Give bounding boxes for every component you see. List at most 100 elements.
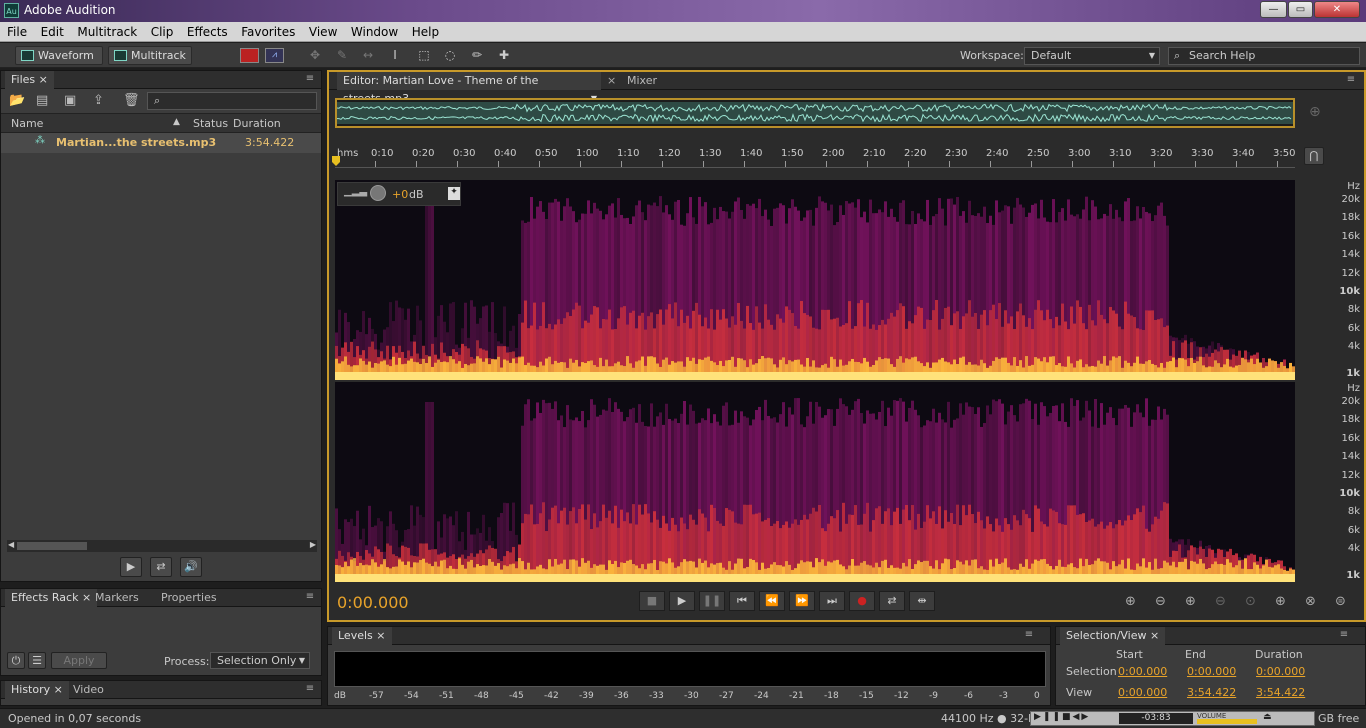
slip-tool-icon[interactable]: ↔: [358, 47, 378, 64]
tab-selection-view[interactable]: Selection/View ×: [1060, 627, 1166, 645]
pause-button[interactable]: ❚❚: [699, 591, 725, 611]
volume-slider[interactable]: [1197, 719, 1257, 724]
skip-selection-button[interactable]: ⇹: [909, 591, 935, 611]
tab-markers[interactable]: Markers: [89, 589, 145, 607]
trash-icon[interactable]: 🗑: [123, 93, 140, 108]
auto-play-button[interactable]: 🔊: [180, 557, 202, 577]
next-button[interactable]: ⏭: [819, 591, 845, 611]
tab-effects-rack[interactable]: Effects Rack ×: [5, 589, 98, 607]
loop-button[interactable]: ⇄: [879, 591, 905, 611]
panel-menu-icon[interactable]: ≡: [1337, 629, 1351, 641]
multitrack-view-button[interactable]: Multitrack: [108, 46, 192, 65]
waveform-view-button[interactable]: Waveform: [15, 46, 103, 65]
table-row[interactable]: ⁂ Martian...the streets.mp3 3:54.422: [1, 133, 321, 153]
tab-editor[interactable]: Editor: Martian Love - Theme of the stre…: [337, 72, 601, 105]
stop-button[interactable]: ■: [639, 591, 665, 611]
tab-properties[interactable]: Properties: [155, 589, 223, 607]
tab-mixer[interactable]: Mixer: [621, 72, 663, 90]
gain-hud[interactable]: ▁▂▃ +0 dB ✦: [337, 182, 461, 206]
column-status[interactable]: Status: [193, 117, 228, 130]
spectral-display-icon[interactable]: [240, 48, 259, 63]
pin-icon[interactable]: ✦: [448, 187, 460, 200]
view-duration-field[interactable]: 3:54.422: [1256, 686, 1305, 699]
open-folder-icon[interactable]: 📂: [9, 93, 25, 108]
scroll-right-icon[interactable]: ▶: [310, 540, 316, 549]
scroll-left-icon[interactable]: ◀: [8, 540, 14, 549]
time-ruler[interactable]: hms 0:10 0:20 0:30 0:40 0:50 1:00 1:10 1:20 1:30…: [332, 146, 1295, 168]
record-button[interactable]: ●: [849, 591, 875, 611]
menu-multitrack[interactable]: Multitrack: [72, 22, 142, 42]
zoom-selection-icon[interactable]: ⊗: [1305, 594, 1316, 609]
media-mini-player[interactable]: ▶❚❚■◀▶ -03:83 VOLUME ⏏: [1030, 711, 1315, 726]
move-tool-icon[interactable]: ✥: [305, 47, 325, 64]
files-search-input[interactable]: ⌕: [147, 92, 317, 110]
selection-duration-field[interactable]: 0:00.000: [1256, 665, 1305, 678]
tab-history[interactable]: History ×: [5, 681, 69, 699]
panel-menu-icon[interactable]: ≡: [303, 683, 317, 695]
eject-icon[interactable]: ⏏: [1263, 712, 1272, 722]
healing-tool-icon[interactable]: ✚: [494, 47, 514, 64]
mini-transport-icon[interactable]: ▶❚❚■◀▶: [1034, 712, 1090, 722]
zoom-in-point-icon[interactable]: ⊕: [1275, 594, 1286, 609]
workspace-select[interactable]: Default ▼: [1024, 47, 1160, 65]
panel-menu-icon[interactable]: ≡: [1344, 74, 1358, 86]
insert-icon[interactable]: ⇪: [93, 93, 104, 108]
column-duration[interactable]: Duration: [233, 117, 281, 130]
view-end-field[interactable]: 3:54.422: [1187, 686, 1236, 699]
menu-view[interactable]: View: [304, 22, 342, 42]
files-scrollbar[interactable]: ◀ ▶: [7, 540, 317, 552]
close-icon[interactable]: ×: [54, 683, 63, 696]
apply-button[interactable]: Apply: [51, 652, 107, 669]
playhead-marker[interactable]: [332, 156, 340, 166]
close-icon[interactable]: ×: [39, 73, 48, 86]
play-preview-button[interactable]: ▶: [120, 557, 142, 577]
marquee-tool-icon[interactable]: ⬚: [414, 47, 434, 64]
list-icon[interactable]: ☰: [28, 652, 46, 669]
snap-magnet-icon[interactable]: ⋂: [1304, 147, 1324, 165]
menu-effects[interactable]: Effects: [182, 22, 233, 42]
zoom-to-selection-icon[interactable]: ⊕: [1309, 104, 1321, 120]
menu-file[interactable]: File: [2, 22, 32, 42]
zoom-full-icon[interactable]: ⊜: [1335, 594, 1346, 609]
search-help-input[interactable]: ⌕ Search Help: [1168, 47, 1360, 65]
close-icon[interactable]: ×: [607, 74, 616, 87]
zoom-in-amplitude-icon[interactable]: ⊕: [1125, 594, 1136, 609]
selection-start-field[interactable]: 0:00.000: [1118, 665, 1167, 678]
brush-tool-icon[interactable]: ✏: [467, 47, 487, 64]
fast-forward-button[interactable]: ⏩: [789, 591, 815, 611]
zoom-out-time-icon[interactable]: ⊖: [1215, 594, 1226, 609]
panel-menu-icon[interactable]: ≡: [303, 73, 317, 85]
tab-files[interactable]: Files ×: [5, 71, 54, 89]
loop-preview-button[interactable]: ⇄: [150, 557, 172, 577]
time-selection-tool-icon[interactable]: I: [385, 47, 405, 64]
spectral-channel-right[interactable]: [335, 382, 1295, 582]
zoom-out-amplitude-icon[interactable]: ⊖: [1155, 594, 1166, 609]
current-time-display[interactable]: 0:00.000: [337, 593, 409, 612]
close-icon[interactable]: ×: [376, 629, 385, 642]
maximize-button[interactable]: ▭: [1288, 1, 1313, 18]
play-button[interactable]: ▶: [669, 591, 695, 611]
import-icon[interactable]: ▤: [36, 93, 48, 108]
menu-help[interactable]: Help: [407, 22, 444, 42]
spectral-channel-left[interactable]: [335, 180, 1295, 380]
view-start-field[interactable]: 0:00.000: [1118, 686, 1167, 699]
close-icon[interactable]: ×: [1150, 629, 1159, 642]
process-select[interactable]: Selection Only ▼: [210, 652, 310, 669]
tab-video[interactable]: Video: [67, 681, 110, 699]
previous-button[interactable]: ⏮: [729, 591, 755, 611]
new-file-icon[interactable]: ▣: [64, 93, 76, 108]
tab-levels[interactable]: Levels ×: [332, 627, 392, 645]
menu-window[interactable]: Window: [346, 22, 403, 42]
menu-favorites[interactable]: Favorites: [236, 22, 300, 42]
gain-knob[interactable]: [370, 185, 386, 201]
razor-tool-icon[interactable]: ✎: [332, 47, 352, 64]
zoom-in-time-icon[interactable]: ⊕: [1185, 594, 1196, 609]
lasso-tool-icon[interactable]: ◌: [440, 47, 460, 64]
overview-waveform[interactable]: [335, 98, 1295, 128]
menu-edit[interactable]: Edit: [36, 22, 69, 42]
minimize-button[interactable]: —: [1260, 1, 1287, 18]
close-button[interactable]: ✕: [1314, 1, 1360, 18]
column-name[interactable]: Name: [11, 117, 43, 130]
panel-menu-icon[interactable]: ≡: [1022, 629, 1036, 641]
menu-clip[interactable]: Clip: [146, 22, 179, 42]
